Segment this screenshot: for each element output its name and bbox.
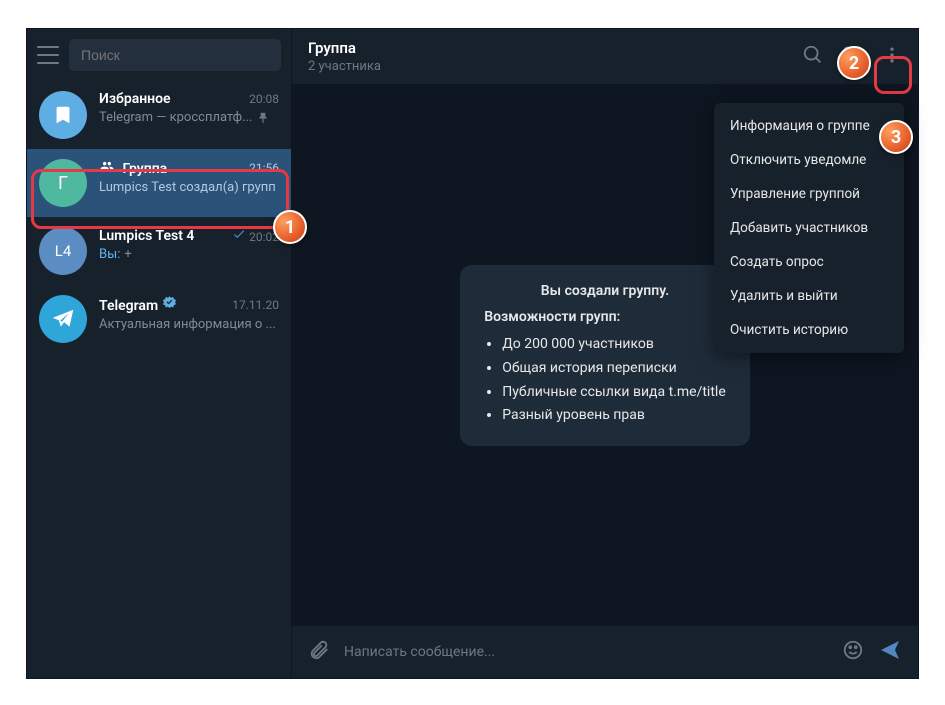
service-title: Вы создали группу. xyxy=(484,283,726,299)
menu-mute[interactable]: Отключить уведомле xyxy=(714,143,904,177)
service-message: Вы создали группу. Возможности групп: До… xyxy=(460,265,750,446)
avatar: Г xyxy=(39,159,87,207)
search-input[interactable] xyxy=(69,39,281,71)
chat-subtitle: 2 участника xyxy=(308,59,802,74)
chat-sidebar: Избранное 20:08 Telegram — кроссплатф...… xyxy=(27,29,292,678)
check-icon xyxy=(232,227,246,241)
menu-group-info[interactable]: Информация о группе xyxy=(714,109,904,143)
service-subtitle: Возможности групп: xyxy=(484,309,726,325)
chat-header: Группа 2 участника xyxy=(292,29,918,85)
chat-preview: Lumpics Test создал(а) групп xyxy=(99,180,279,195)
chat-time: 21:56 xyxy=(249,161,279,175)
menu-create-poll[interactable]: Создать опрос xyxy=(714,245,904,279)
menu-button[interactable] xyxy=(37,46,59,64)
service-feature: Публичные ссылки вида t.me/title xyxy=(502,381,726,405)
annotation-badge-3: 3 xyxy=(879,120,913,154)
chat-header-info[interactable]: Группа 2 участника xyxy=(308,39,802,74)
chat-name: Telegram xyxy=(99,295,177,314)
chat-name: Группа xyxy=(99,159,167,177)
annotation-badge-1: 1 xyxy=(273,210,307,244)
chat-name: Избранное xyxy=(99,91,171,107)
pin-icon xyxy=(256,111,270,125)
chat-time: 20:02 xyxy=(232,227,279,244)
context-menu: Информация о группе Отключить уведомле У… xyxy=(714,103,904,353)
group-icon xyxy=(99,159,115,173)
chat-list: Избранное 20:08 Telegram — кроссплатф...… xyxy=(27,81,291,678)
chat-item-telegram[interactable]: Telegram 17.11.20 Актуальная информация … xyxy=(27,285,291,353)
service-feature: Общая история переписки xyxy=(502,357,726,381)
chat-preview: Актуальная информация о ... xyxy=(99,317,279,332)
chat-preview: Telegram — кроссплатф... xyxy=(99,110,252,125)
attach-icon[interactable] xyxy=(308,639,330,665)
chat-time: 17.11.20 xyxy=(232,298,279,312)
chat-preview: + xyxy=(124,247,131,262)
telegram-icon xyxy=(39,295,87,343)
chat-main: Группа 2 участника Вы со xyxy=(292,29,918,678)
you-prefix: Вы: xyxy=(99,247,120,262)
chat-title: Группа xyxy=(308,39,802,57)
menu-delete-exit[interactable]: Удалить и выйти xyxy=(714,279,904,313)
bookmark-icon xyxy=(39,91,87,139)
service-feature: Разный уровень прав xyxy=(502,404,726,428)
message-input[interactable]: Написать сообщение... xyxy=(344,644,828,660)
chat-item-lumpics[interactable]: L4 Lumpics Test 4 20:02 xyxy=(27,217,291,285)
service-feature: До 200 000 участников xyxy=(502,333,726,357)
chat-time: 20:08 xyxy=(249,92,279,106)
message-composer: Написать сообщение... xyxy=(292,626,918,678)
verified-icon xyxy=(162,295,177,310)
menu-manage-group[interactable]: Управление группой xyxy=(714,177,904,211)
avatar: L4 xyxy=(39,227,87,275)
emoji-icon[interactable] xyxy=(842,639,864,665)
send-icon[interactable] xyxy=(878,638,902,666)
chat-item-saved[interactable]: Избранное 20:08 Telegram — кроссплатф... xyxy=(27,81,291,149)
chat-item-group[interactable]: Г Группа 21:56 Lumpics Test создал(а) xyxy=(27,149,291,217)
chat-name: Lumpics Test 4 xyxy=(99,228,194,244)
menu-clear-history[interactable]: Очистить историю xyxy=(714,313,904,347)
annotation-badge-2: 2 xyxy=(837,46,871,80)
search-icon[interactable] xyxy=(802,44,824,70)
menu-add-members[interactable]: Добавить участников xyxy=(714,211,904,245)
more-icon[interactable] xyxy=(882,45,902,69)
